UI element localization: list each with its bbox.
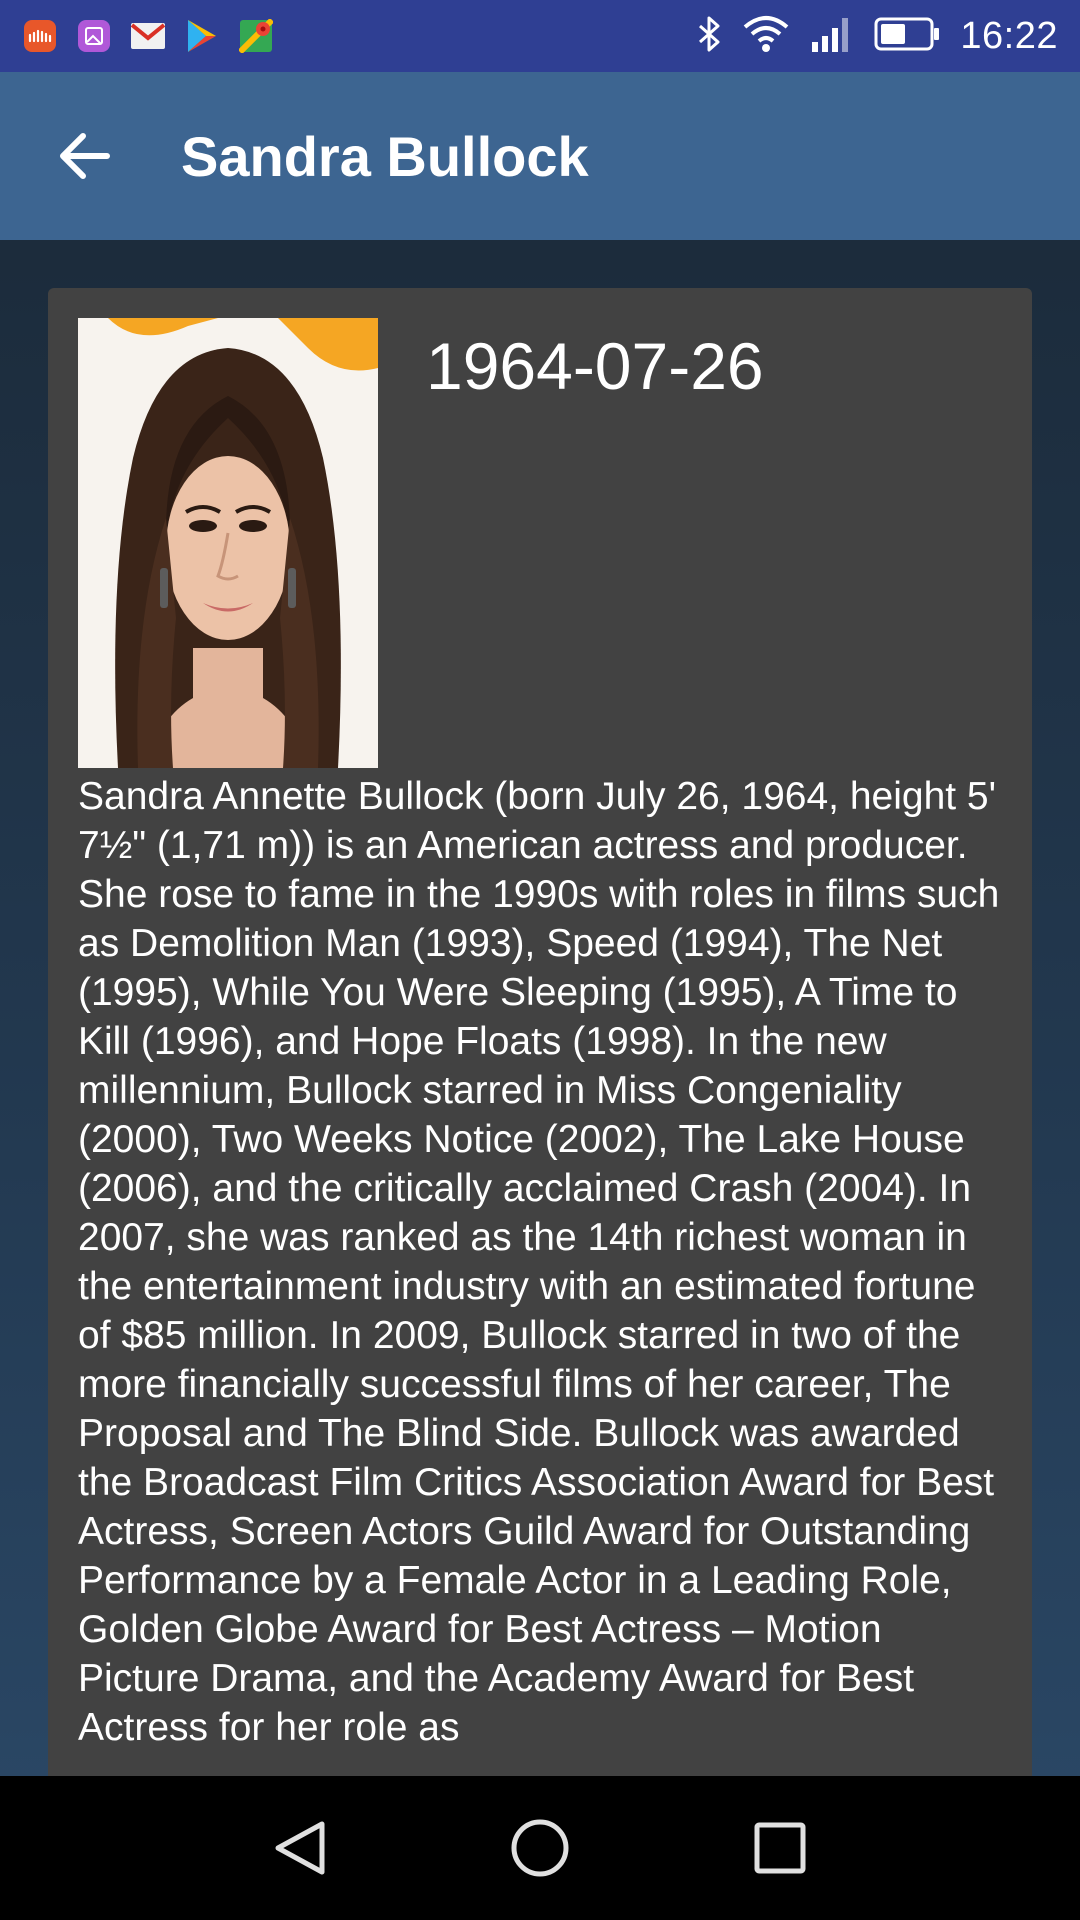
birth-date: 1964-07-26	[426, 329, 764, 403]
wifi-icon	[742, 15, 790, 58]
status-bar: 16:22	[0, 0, 1080, 72]
back-triangle-icon	[275, 1821, 325, 1875]
page-title: Sandra Bullock	[181, 124, 589, 188]
screen: 16:22 Sandra Bullock 1964-07-26 Sandra A…	[0, 0, 1080, 1920]
notification-icons	[22, 18, 274, 54]
arrow-back-icon	[60, 133, 110, 179]
system-status-icons: 16:22	[696, 14, 1058, 59]
nav-recents-button[interactable]	[730, 1798, 830, 1898]
signal-icon	[810, 14, 854, 59]
profile-card: 1964-07-26 Sandra Annette Bullock (born …	[48, 288, 1032, 1788]
profile-photo	[78, 318, 378, 768]
play-store-icon	[184, 18, 220, 54]
bluetooth-icon	[696, 14, 722, 59]
nav-home-button[interactable]	[490, 1798, 590, 1898]
biography-text: Sandra Annette Bullock (born July 26, 19…	[78, 775, 1000, 1749]
nav-back-button[interactable]	[250, 1798, 350, 1898]
back-button[interactable]	[35, 106, 135, 206]
navigation-bar	[0, 1776, 1080, 1920]
gmail-icon	[130, 18, 166, 54]
status-time: 16:22	[960, 14, 1058, 57]
soundcloud-icon	[22, 18, 58, 54]
app-bar: Sandra Bullock	[0, 72, 1080, 240]
recents-square-icon	[754, 1822, 806, 1874]
maps-icon	[238, 18, 274, 54]
gallery-icon	[76, 18, 112, 54]
home-circle-icon	[511, 1819, 569, 1877]
battery-icon	[874, 16, 940, 57]
